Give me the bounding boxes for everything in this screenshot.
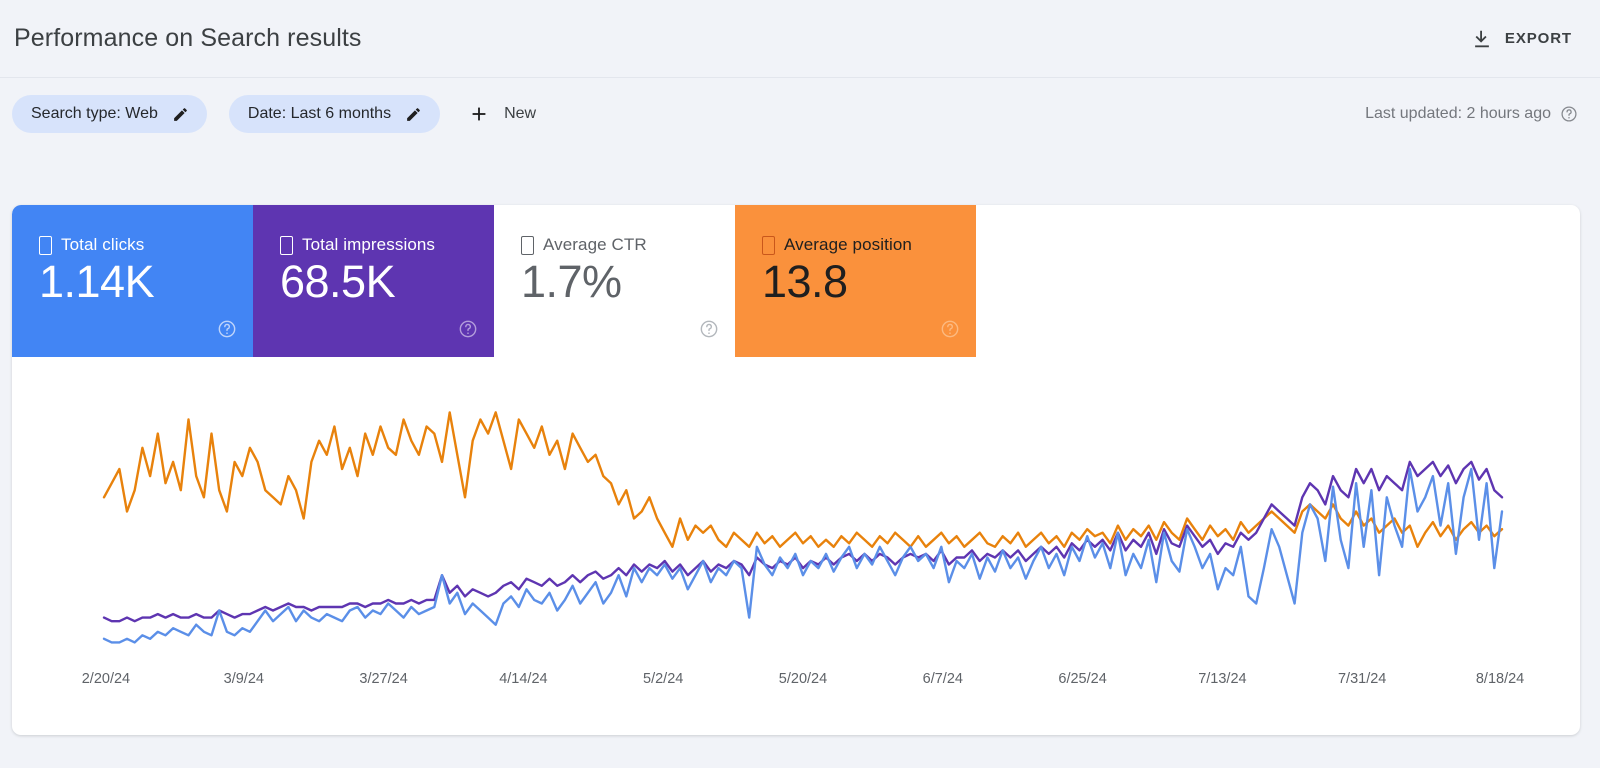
filter-chip-date[interactable]: Date: Last 6 months bbox=[228, 95, 441, 133]
checkbox-unchecked-icon[interactable] bbox=[521, 235, 534, 255]
metric-card-average-position[interactable]: Average position 13.8 bbox=[735, 205, 976, 357]
export-label: EXPORT bbox=[1504, 30, 1572, 47]
metric-card-total-impressions[interactable]: Total impressions 68.5K bbox=[253, 205, 494, 357]
metric-card-total-clicks[interactable]: Total clicks 1.14K bbox=[12, 205, 253, 357]
export-button[interactable]: EXPORT bbox=[1465, 22, 1578, 56]
last-updated-group: Last updated: 2 hours ago bbox=[1365, 105, 1578, 123]
x-axis-tick-label: 3/9/24 bbox=[223, 671, 264, 687]
metric-cards: Total clicks 1.14K Total impressions 68.… bbox=[12, 205, 1580, 357]
metric-header: Total impressions bbox=[280, 235, 494, 255]
add-new-filter-button[interactable]: New bbox=[462, 99, 542, 129]
filter-chip-search-type[interactable]: Search type: Web bbox=[12, 95, 207, 133]
checkbox-checked-icon[interactable] bbox=[39, 235, 52, 255]
x-axis-tick-label: 8/18/24 bbox=[1475, 671, 1525, 687]
pencil-icon[interactable] bbox=[172, 106, 189, 123]
metric-value: 1.14K bbox=[39, 256, 155, 307]
metric-label: Total impressions bbox=[302, 235, 436, 254]
line-average-position bbox=[102, 411, 1504, 548]
metric-value: 1.7% bbox=[521, 256, 622, 307]
filter-chip-label: Date: Last 6 months bbox=[247, 105, 392, 122]
line-total-clicks bbox=[102, 467, 1504, 644]
metric-label: Average CTR bbox=[543, 235, 647, 254]
last-updated-text: Last updated: 2 hours ago bbox=[1365, 105, 1551, 122]
chart-plot-area bbox=[102, 411, 1504, 644]
performance-chart[interactable]: 2/20/24 3/9/24 3/27/24 4/14/24 5/2/24 5/20/24… bbox=[12, 357, 1580, 735]
x-axis-tick-label: 2/20/24 bbox=[81, 671, 131, 687]
filter-bar: Search type: Web Date: Last 6 months New… bbox=[0, 78, 1600, 150]
download-icon bbox=[1471, 28, 1493, 50]
x-axis-tick-label: 6/25/24 bbox=[1058, 671, 1107, 687]
x-axis-tick-label: 6/7/24 bbox=[922, 671, 963, 687]
metric-label: Total clicks bbox=[61, 235, 145, 254]
checkbox-checked-icon[interactable] bbox=[280, 235, 293, 255]
x-axis-tick-label: 4/14/24 bbox=[499, 671, 548, 687]
page-title: Performance on Search results bbox=[14, 24, 362, 52]
metric-header: Average position bbox=[762, 235, 976, 255]
checkbox-checked-icon[interactable] bbox=[762, 235, 775, 255]
metric-card-average-ctr[interactable]: Average CTR 1.7% bbox=[494, 205, 735, 357]
metric-value: 13.8 bbox=[762, 256, 848, 307]
help-circle-icon[interactable] bbox=[940, 319, 960, 339]
filter-chip-label: Search type: Web bbox=[31, 105, 158, 122]
performance-panel: Total clicks 1.14K Total impressions 68.… bbox=[12, 205, 1580, 735]
x-axis-tick-label: 7/13/24 bbox=[1198, 671, 1247, 687]
x-axis-tick-label: 3/27/24 bbox=[359, 671, 408, 687]
page-header: Performance on Search results EXPORT bbox=[0, 0, 1600, 78]
help-circle-icon[interactable] bbox=[699, 319, 719, 339]
metric-label: Average position bbox=[784, 235, 912, 254]
plus-icon bbox=[468, 103, 490, 125]
help-circle-icon[interactable] bbox=[1560, 105, 1578, 123]
series-paths bbox=[102, 411, 1504, 644]
pencil-icon[interactable] bbox=[405, 106, 422, 123]
x-axis-tick-label: 5/2/24 bbox=[643, 671, 684, 687]
help-circle-icon[interactable] bbox=[458, 319, 478, 339]
metric-value: 68.5K bbox=[280, 256, 396, 307]
help-circle-icon[interactable] bbox=[217, 319, 237, 339]
header-actions: EXPORT bbox=[1465, 22, 1578, 56]
add-new-filter-label: New bbox=[504, 105, 537, 122]
chart-x-axis: 2/20/24 3/9/24 3/27/24 4/14/24 5/2/24 5/20/24… bbox=[12, 671, 1580, 701]
metric-header: Total clicks bbox=[39, 235, 253, 255]
x-axis-tick-label: 7/31/24 bbox=[1337, 671, 1387, 687]
x-axis-tick-label: 5/20/24 bbox=[778, 671, 828, 687]
metric-header: Average CTR bbox=[521, 235, 735, 255]
